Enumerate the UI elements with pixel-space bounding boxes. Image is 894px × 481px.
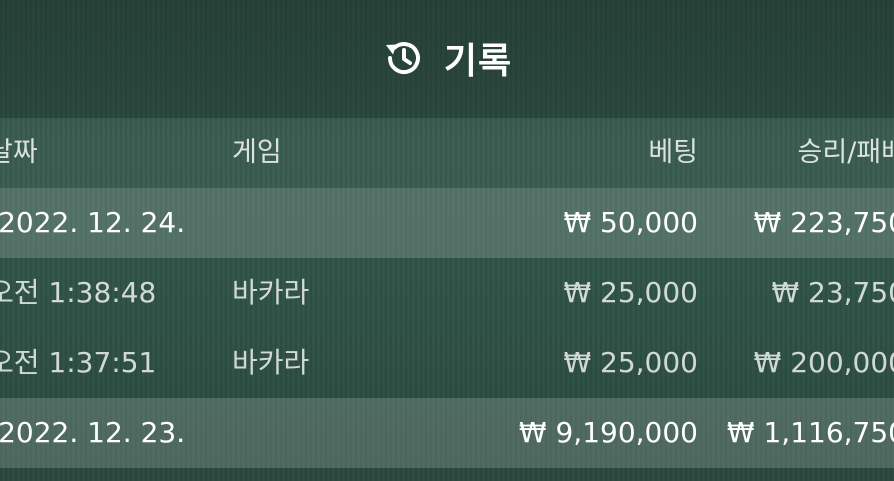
entry-bet: ₩ 25,000 bbox=[563, 346, 698, 379]
entry-result: ₩ 23,750 bbox=[771, 276, 894, 309]
entry-time: 오전 1:37:51 bbox=[0, 346, 157, 379]
group-bet-total: ₩ 9,190,000 bbox=[518, 416, 698, 449]
table-header-row: 날짜 게임 베팅 승리/패배 bbox=[0, 118, 894, 188]
page-header: 기록 bbox=[0, 0, 894, 118]
entry-game: 바카라 bbox=[232, 346, 310, 379]
history-table: 날짜 게임 베팅 승리/패배 -2022. 12. 24. ₩ 50,000 ₩… bbox=[0, 118, 894, 468]
group-date: -2022. 12. 23. bbox=[0, 416, 186, 449]
column-header-game: 게임 bbox=[232, 137, 282, 168]
entry-game: 바카라 bbox=[232, 276, 310, 309]
group-result-total: ₩ 1,116,750 bbox=[726, 416, 894, 449]
group-bet-total: ₩ 50,000 bbox=[563, 206, 698, 239]
entry-time: 오전 1:38:48 bbox=[0, 276, 157, 309]
entry-bet: ₩ 25,000 bbox=[563, 276, 698, 309]
table-row[interactable]: 오전 1:37:51 바카라 ₩ 25,000 ₩ 200,000 bbox=[0, 328, 894, 398]
group-date: -2022. 12. 24. bbox=[0, 206, 186, 239]
column-header-bet: 베팅 bbox=[648, 137, 698, 168]
column-header-date: 날짜 bbox=[0, 137, 38, 168]
history-icon bbox=[380, 34, 428, 82]
group-result-total: ₩ 223,750 bbox=[753, 206, 894, 239]
date-group-row[interactable]: -2022. 12. 23. ₩ 9,190,000 ₩ 1,116,750 bbox=[0, 398, 894, 468]
column-header-result: 승리/패배 bbox=[797, 137, 894, 168]
table-row[interactable]: 오전 1:38:48 바카라 ₩ 25,000 ₩ 23,750 bbox=[0, 258, 894, 328]
date-group-row[interactable]: -2022. 12. 24. ₩ 50,000 ₩ 223,750 bbox=[0, 188, 894, 258]
entry-result: ₩ 200,000 bbox=[753, 346, 894, 379]
header-title-group: 기록 bbox=[380, 32, 512, 84]
page-title: 기록 bbox=[443, 41, 513, 82]
